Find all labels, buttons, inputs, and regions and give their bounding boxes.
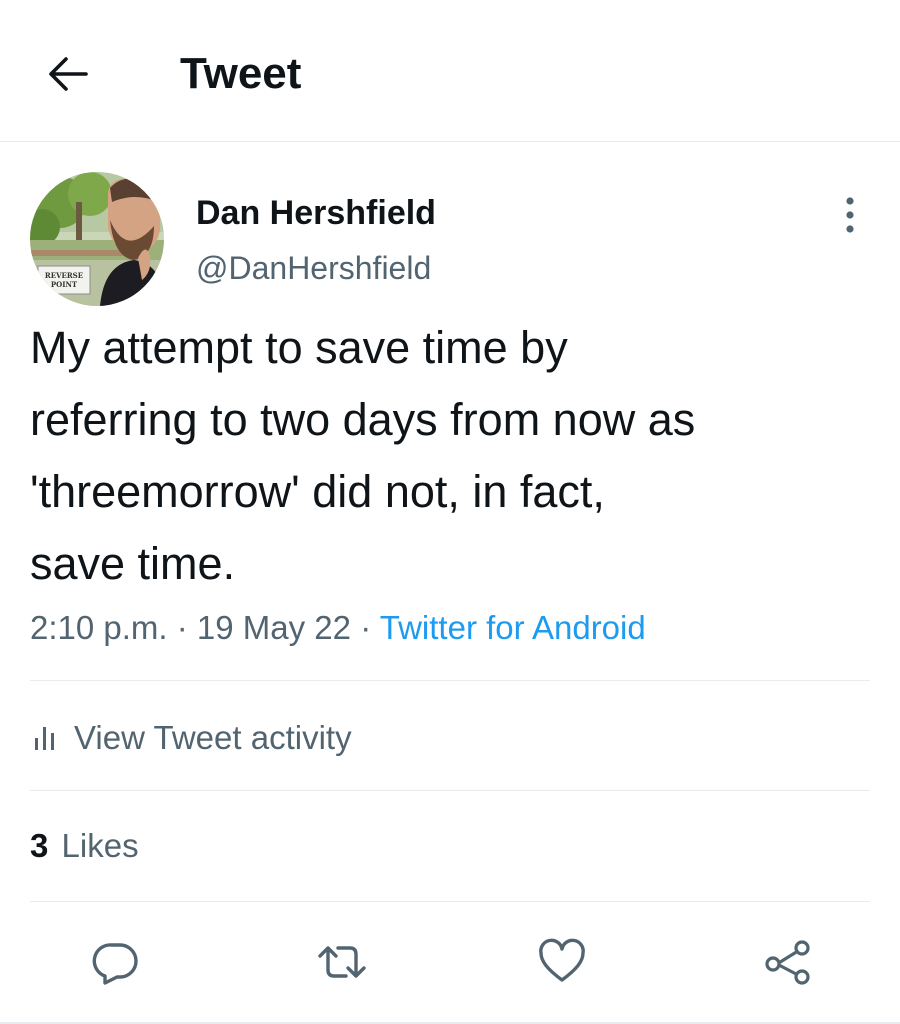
avatar-photo: REVERSE POINT [30,172,164,306]
bar-chart-icon [35,727,54,750]
likes-count: 3 [30,827,49,864]
svg-text:REVERSE: REVERSE [45,271,83,280]
tweet-date: 19 May 22 [196,609,352,646]
reply-icon [92,943,138,985]
tweet-action-bar [0,930,900,994]
heart-icon [539,938,585,982]
divider [30,901,870,902]
tweet-author: REVERSE POINT Dan Hershfield @DanHershfi… [30,172,870,306]
reply-button[interactable] [84,930,148,994]
retweet-button[interactable] [310,930,374,994]
view-tweet-activity-label: View Tweet activity [74,719,352,756]
author-handle[interactable]: @DanHershfield [196,248,431,288]
back-button[interactable] [40,48,96,100]
page-title: Tweet [180,49,302,98]
tweet-text: My attempt to save time by referring to … [30,322,696,589]
likes-label: Likes [61,827,139,864]
divider [30,680,870,681]
tweet-source-link[interactable]: Twitter for Android [380,609,646,646]
view-tweet-activity-button[interactable]: View Tweet activity [30,712,352,764]
meta-separator: · [360,609,372,646]
svg-text:POINT: POINT [51,280,78,289]
meta-separator: · [176,609,188,646]
retweet-icon [318,946,366,978]
avatar[interactable]: REVERSE POINT [30,172,164,306]
top-app-bar: Tweet [0,0,900,142]
author-name[interactable]: Dan Hershfield [196,192,436,234]
like-button[interactable] [530,930,594,994]
more-vertical-icon [846,197,854,233]
tweet-time: 2:10 p.m. [30,609,168,646]
tweet-meta: 2:10 p.m. · 19 May 22 · Twitter for Andr… [30,606,646,650]
share-button[interactable] [756,930,820,994]
divider [30,790,870,791]
more-options-button[interactable] [830,192,870,238]
likes-stat[interactable]: 3 Likes [30,824,139,868]
share-icon [765,940,810,985]
arrow-left-icon [49,57,88,91]
